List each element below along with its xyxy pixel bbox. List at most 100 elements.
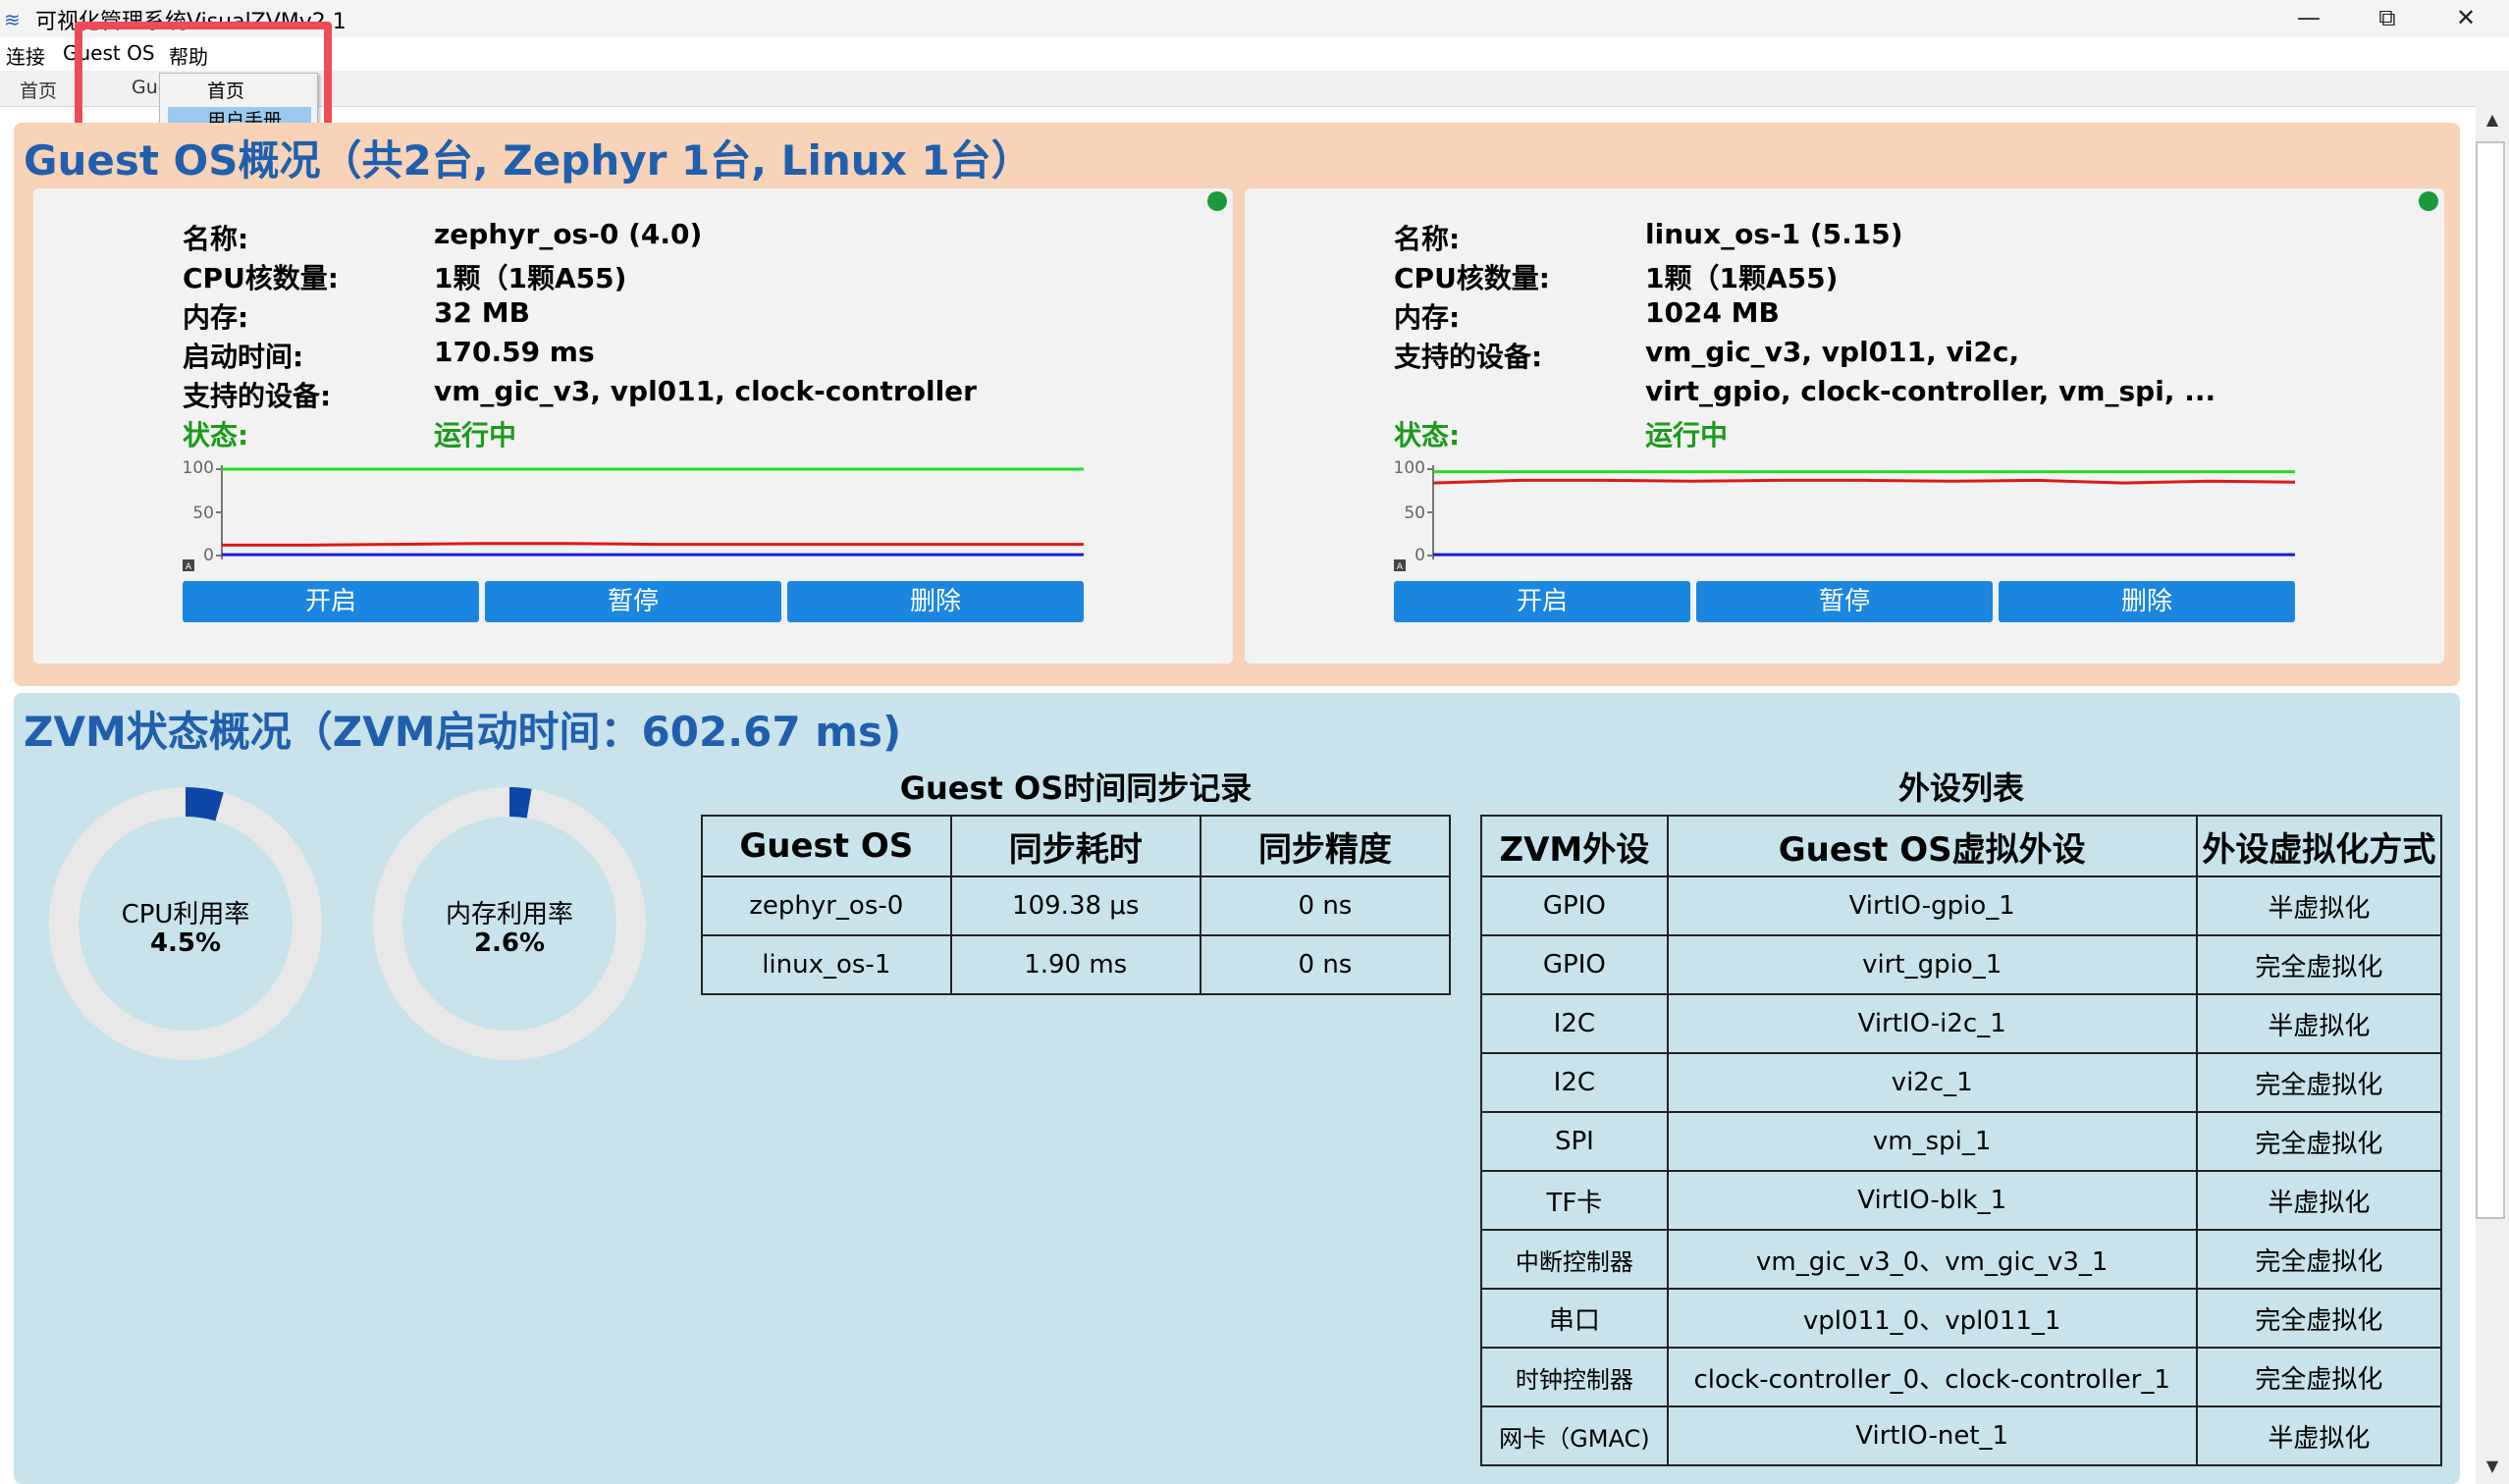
close-button[interactable]: ✕ — [2427, 0, 2505, 37]
delete-button[interactable]: 删除 — [1999, 581, 2295, 622]
sync-table-title: Guest OS时间同步记录 — [899, 769, 1253, 807]
cpu-usage-label: CPU利用率 — [121, 900, 250, 929]
y-tick-label: 0 — [1415, 546, 1425, 565]
column-header: 同步精度 — [1199, 815, 1452, 877]
name-label: 名称: — [1394, 223, 1461, 255]
scrollbar-thumb[interactable] — [2476, 141, 2505, 1219]
table-cell: 完全虚拟化 — [2195, 1288, 2443, 1349]
table-cell: 完全虚拟化 — [2195, 1111, 2443, 1172]
table-cell: vpl011_0、vpl011_1 — [1666, 1288, 2198, 1349]
column-header: Guest OS — [701, 815, 952, 877]
table-cell: 时钟控制器 — [1480, 1347, 1669, 1407]
cpu-count-label: CPU核数量: — [1394, 262, 1551, 294]
table-cell: vm_gic_v3_0、vm_gic_v3_1 — [1666, 1229, 2198, 1290]
time-sync-table: Guest OS 同步耗时 同步精度 zephyr_os-0 109.38 μs… — [701, 815, 1452, 995]
table-cell: SPI — [1480, 1111, 1669, 1172]
table-cell: 109.38 μs — [949, 875, 1201, 936]
table-cell: 半虚拟化 — [2195, 875, 2443, 936]
table-cell: 完全虚拟化 — [2195, 934, 2443, 995]
maximize-button[interactable]: ⧉ — [2348, 0, 2427, 37]
cpu-count-value: 1颗（1颗A55) — [434, 262, 627, 294]
table-cell: 0 ns — [1199, 934, 1452, 995]
y-tick-label: 0 — [203, 546, 214, 565]
table-cell: 半虚拟化 — [2195, 993, 2443, 1054]
devices-value-continued: virt_gpio, clock-controller, vm_spi, ... — [1645, 375, 2216, 407]
column-header: 同步耗时 — [949, 815, 1201, 877]
table-cell: linux_os-1 — [701, 934, 952, 995]
table-cell: 半虚拟化 — [2195, 1405, 2443, 1466]
table-row: zephyr_os-0 109.38 μs 0 ns — [701, 875, 1452, 936]
guest-os-section-title: Guest OS概况（共2台, Zephyr 1台, Linux 1台） — [24, 136, 1033, 185]
table-cell: TF卡 — [1480, 1170, 1669, 1231]
table-cell: GPIO — [1480, 875, 1669, 936]
y-tick-label: 50 — [192, 504, 214, 523]
table-cell: 半虚拟化 — [2195, 1170, 2443, 1231]
minimize-button[interactable]: — — [2269, 0, 2348, 37]
cpu-usage-value: 4.5% — [149, 928, 222, 958]
status-value: 运行中 — [1645, 419, 1729, 451]
cpu-count-label: CPU核数量: — [183, 262, 340, 294]
device-table-title: 外设列表 — [1897, 769, 2024, 807]
table-row: 网卡（GMAC) VirtIO-net_1 半虚拟化 — [1480, 1405, 2443, 1466]
table-cell: vm_spi_1 — [1666, 1111, 2198, 1172]
cpu-count-value: 1颗（1颗A55) — [1645, 262, 1839, 294]
table-cell: 1.90 ms — [949, 934, 1201, 995]
table-cell: 0 ns — [1199, 875, 1452, 936]
devices-label: 支持的设备: — [183, 380, 332, 412]
usage-line-chart: 100 50 0 A — [1394, 458, 2296, 572]
table-cell: VirtIO-net_1 — [1666, 1405, 2198, 1466]
name-value: zephyr_os-0 (4.0) — [434, 218, 703, 250]
column-header: ZVM外设 — [1480, 815, 1669, 877]
table-cell: vi2c_1 — [1666, 1052, 2198, 1113]
table-cell: VirtIO-blk_1 — [1666, 1170, 2198, 1231]
vertical-scrollbar[interactable]: ▲ ▼ — [2476, 106, 2509, 1484]
pause-button[interactable]: 暂停 — [1696, 581, 1993, 622]
tab-bar — [0, 71, 2509, 107]
memory-value: 1024 MB — [1645, 296, 1780, 329]
table-cell: 完全虚拟化 — [2195, 1347, 2443, 1407]
y-tick-label: 100 — [183, 458, 214, 478]
memory-label: 内存: — [183, 301, 249, 334]
table-cell: 中断控制器 — [1480, 1229, 1669, 1290]
scroll-up-arrow-icon[interactable]: ▲ — [2476, 110, 2509, 133]
memory-usage-label: 内存利用率 — [445, 900, 573, 929]
memory-label: 内存: — [1394, 301, 1461, 334]
tab-home[interactable]: 首页 — [20, 77, 57, 103]
status-value: 运行中 — [434, 419, 517, 451]
table-row: SPI vm_spi_1 完全虚拟化 — [1480, 1111, 2443, 1172]
y-tick-label: 50 — [1404, 504, 1425, 523]
table-cell: 串口 — [1480, 1288, 1669, 1349]
status-indicator-dot — [2419, 191, 2438, 211]
table-row: 串口 vpl011_0、vpl011_1 完全虚拟化 — [1480, 1288, 2443, 1349]
table-row: 时钟控制器 clock-controller_0、clock-controller… — [1480, 1347, 2443, 1407]
name-value: linux_os-1 (5.15) — [1645, 218, 1903, 250]
column-header: 外设虚拟化方式 — [2195, 815, 2443, 877]
status-label: 状态: — [183, 419, 249, 451]
series-line-1 — [222, 542, 1084, 547]
usage-line-chart: 100 50 0 A — [183, 458, 1084, 572]
title-bar — [0, 0, 2509, 37]
table-row: linux_os-1 1.90 ms 0 ns — [701, 934, 1452, 995]
pause-button[interactable]: 暂停 — [485, 581, 781, 622]
status-label: 状态: — [1394, 419, 1461, 451]
memory-value: 32 MB — [434, 296, 530, 329]
menu-connect[interactable]: 连接 — [6, 41, 45, 70]
delete-button[interactable]: 删除 — [787, 581, 1084, 622]
menu-bar — [0, 37, 2509, 71]
table-cell: 完全虚拟化 — [2195, 1229, 2443, 1290]
start-button[interactable]: 开启 — [1394, 581, 1690, 622]
table-cell: GPIO — [1480, 934, 1669, 995]
device-list-table: ZVM外设 Guest OS虚拟外设 外设虚拟化方式 GPIO VirtIO-gp… — [1480, 815, 2443, 1466]
table-cell: I2C — [1480, 1052, 1669, 1113]
table-row: TF卡 VirtIO-blk_1 半虚拟化 — [1480, 1170, 2443, 1231]
column-header: Guest OS虚拟外设 — [1666, 815, 2198, 877]
memory-usage-value: 2.6% — [473, 928, 546, 958]
table-cell: VirtIO-gpio_1 — [1666, 875, 2198, 936]
start-button[interactable]: 开启 — [183, 581, 479, 622]
devices-value: vm_gic_v3, vpl011, clock-controller — [434, 375, 977, 407]
table-cell: 完全虚拟化 — [2195, 1052, 2443, 1113]
boot-time-label: 启动时间: — [183, 341, 304, 373]
name-label: 名称: — [183, 223, 249, 255]
chart-corner-label: A — [186, 562, 192, 572]
scroll-down-arrow-icon[interactable]: ▼ — [2476, 1457, 2509, 1480]
